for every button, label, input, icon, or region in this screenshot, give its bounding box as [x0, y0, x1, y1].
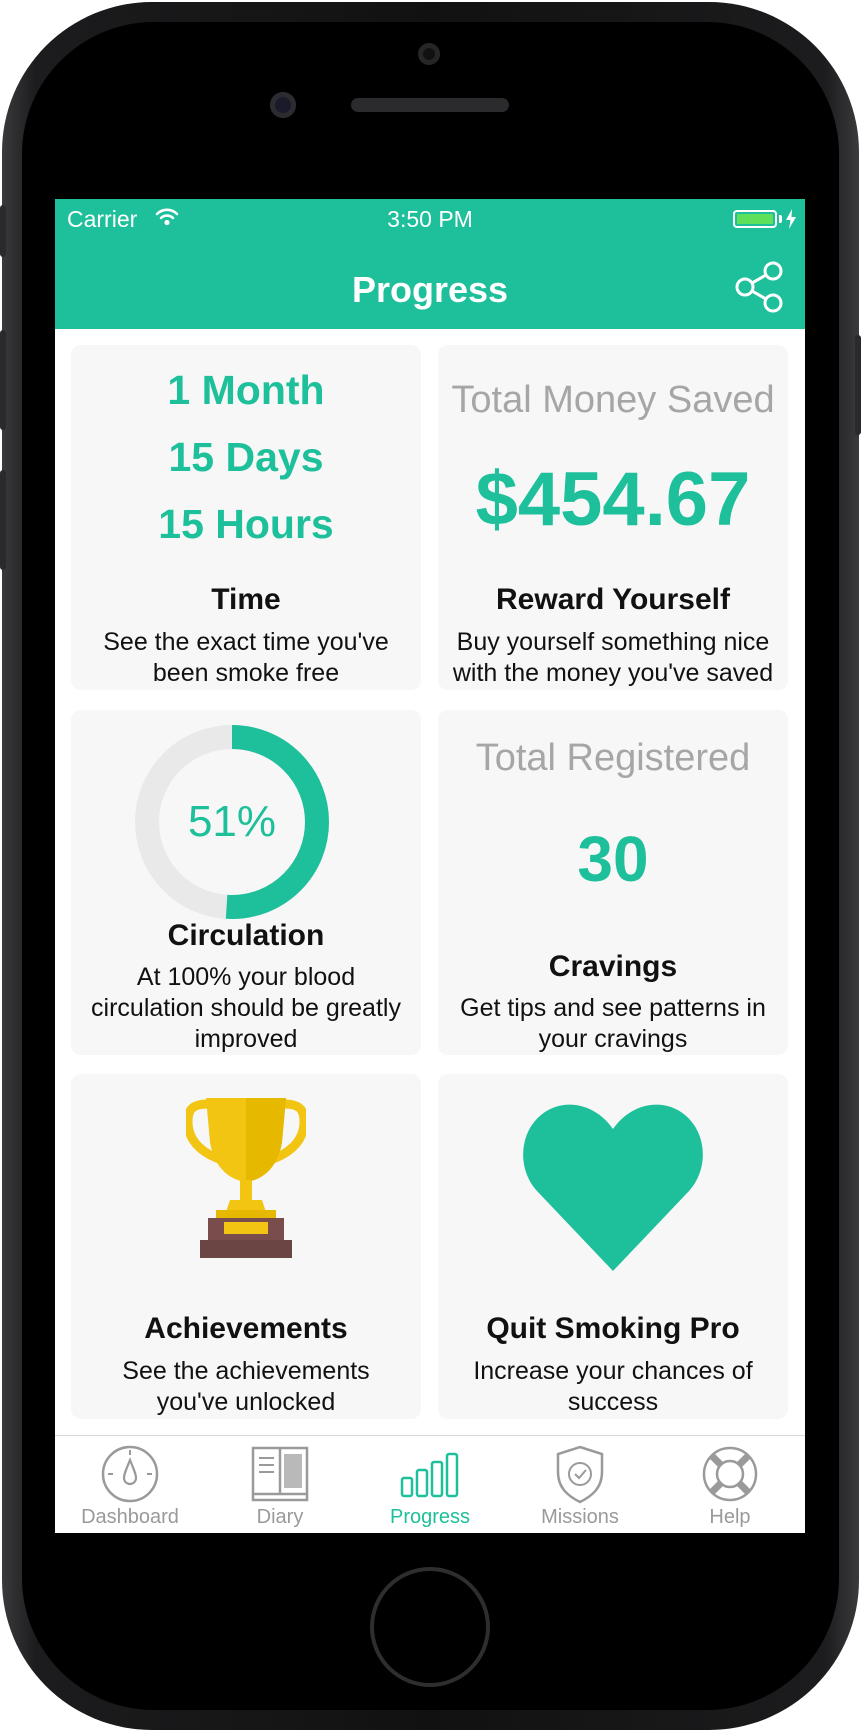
circulation-card[interactable]: 51% Circulation At 100% your blood circu… [71, 710, 421, 1055]
shield-check-icon [556, 1445, 604, 1504]
tab-help-label: Help [709, 1506, 751, 1528]
circulation-card-title: Circulation [167, 919, 325, 952]
money-card[interactable]: Total Money Saved $454.67 Reward Yoursel… [438, 345, 788, 690]
gauge-icon [101, 1445, 159, 1503]
time-card-title: Time [211, 583, 281, 616]
achievements-card-title: Achievements [144, 1312, 348, 1345]
cravings-heading: Total Registered [475, 737, 751, 779]
volume-down-button [0, 470, 6, 570]
tab-bar: Dashboard Diary Progress Missions Help [55, 1435, 805, 1533]
charging-bolt-icon [786, 209, 796, 229]
tab-diary-label: Diary [256, 1506, 304, 1528]
earpiece-speaker [351, 98, 509, 112]
cravings-desc-line1: Get tips and see patterns in [460, 994, 766, 1022]
pro-desc-line1: Increase your chances of [473, 1357, 753, 1385]
cravings-card-title: Cravings [548, 950, 678, 983]
status-time: 3:50 PM [387, 206, 473, 232]
proximity-sensor [418, 43, 440, 65]
power-button [855, 335, 861, 435]
cravings-desc-line2: your cravings [538, 1025, 688, 1053]
trophy-icon [186, 1098, 306, 1258]
time-card[interactable]: 1 Month 15 Days 15 Hours Time See the ex… [71, 345, 421, 690]
tab-progress[interactable]: Progress [355, 1436, 505, 1533]
front-camera [270, 92, 296, 118]
tab-missions-label: Missions [541, 1506, 619, 1528]
battery-tip [779, 215, 782, 223]
app-screen: Carrier 3:50 PM Progress 1 Month 15 Days [55, 199, 805, 1533]
time-card-desc-line1: See the exact time you've [103, 628, 389, 656]
page-title: Progress [351, 269, 509, 310]
circulation-desc-line1: At 100% your blood [136, 963, 356, 991]
achievements-desc-line2: you've unlocked [156, 1388, 336, 1416]
time-hours: 15 Hours [158, 501, 334, 547]
home-button[interactable] [370, 1567, 490, 1687]
achievements-desc-line1: See the achievements [122, 1357, 370, 1385]
heart-icon [523, 1104, 703, 1271]
status-bar: Carrier 3:50 PM [55, 199, 805, 239]
tab-diary[interactable]: Diary [205, 1436, 355, 1533]
cravings-count: 30 [577, 823, 649, 895]
achievements-card[interactable]: Achievements See the achievements you've… [71, 1074, 421, 1419]
volume-up-button [0, 330, 6, 430]
pro-desc-line2: success [567, 1388, 659, 1416]
battery-icon [733, 210, 777, 228]
nav-header: Carrier 3:50 PM Progress [55, 199, 805, 329]
tab-help[interactable]: Help [655, 1436, 805, 1533]
time-months: 1 Month [167, 367, 325, 413]
tab-progress-label: Progress [389, 1506, 471, 1528]
pro-card-title: Quit Smoking Pro [486, 1312, 740, 1345]
lifebuoy-icon [702, 1446, 758, 1502]
tab-dashboard[interactable]: Dashboard [55, 1436, 205, 1533]
pro-card[interactable]: Quit Smoking Pro Increase your chances o… [438, 1074, 788, 1419]
money-card-title: Reward Yourself [496, 583, 730, 616]
money-card-desc-line1: Buy yourself something nice [456, 628, 770, 656]
cravings-card[interactable]: Total Registered 30 Cravings Get tips an… [438, 710, 788, 1055]
time-card-desc-line2: been smoke free [152, 659, 340, 687]
tab-dashboard-label: Dashboard [81, 1506, 179, 1528]
book-icon [251, 1446, 309, 1502]
time-days: 15 Days [168, 434, 324, 480]
circulation-percent: 51% [187, 797, 277, 846]
money-card-desc-line2: with the money you've saved [452, 659, 774, 687]
circulation-desc-line3: improved [194, 1025, 298, 1053]
bars-icon [400, 1452, 459, 1498]
mute-switch [0, 205, 6, 257]
money-saved-amount: $454.67 [475, 457, 751, 542]
share-icon[interactable] [733, 261, 785, 313]
circulation-desc-line2: circulation should be greatly [91, 994, 401, 1022]
money-heading: Total Money Saved [451, 379, 775, 421]
tab-missions[interactable]: Missions [505, 1436, 655, 1533]
